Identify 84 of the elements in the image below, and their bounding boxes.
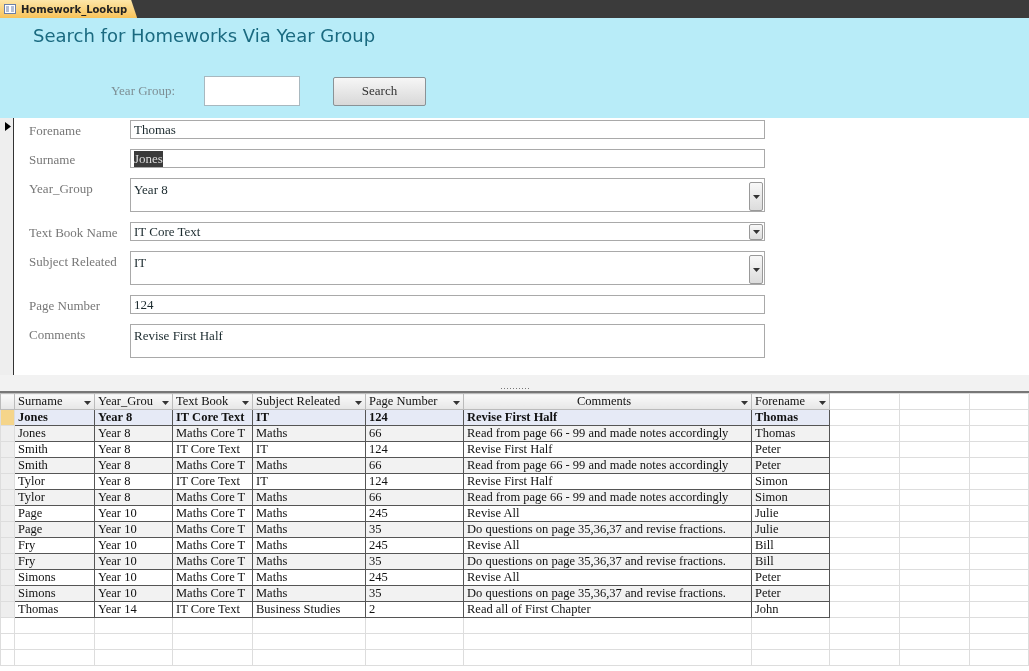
table-cell: Tylor <box>14 473 95 490</box>
column-header[interactable]: Year_Grou <box>94 393 173 410</box>
table-cell: Simons <box>14 569 95 586</box>
field-label: Comments <box>28 326 87 343</box>
table-cell: Maths Core T <box>172 505 253 522</box>
table-cell: 124 <box>365 473 464 490</box>
dropdown-arrow-icon[interactable] <box>453 401 460 405</box>
table-cell: Revise All <box>463 505 752 522</box>
table-cell: Maths Core T <box>172 569 253 586</box>
table-cell: Revise First Half <box>463 441 752 458</box>
table-cell: 245 <box>365 537 464 554</box>
table-cell: Fry <box>14 537 95 554</box>
field-label: Surname <box>28 151 77 168</box>
table-cell: Year 10 <box>94 537 173 554</box>
table-cell: Year 8 <box>94 441 173 458</box>
field-label: Subject Releated <box>28 253 118 270</box>
year-group-input[interactable] <box>204 76 300 106</box>
dropdown-arrow-icon[interactable] <box>741 401 748 405</box>
table-cell: Maths <box>252 537 366 554</box>
table-cell: Maths <box>252 569 366 586</box>
dropdown-arrow-icon[interactable] <box>355 401 362 405</box>
table-cell: Business Studies <box>252 601 366 618</box>
text-field[interactable]: Thomas <box>130 120 765 139</box>
column-header[interactable]: Subject Releated <box>252 393 366 410</box>
form-title: Search for Homeworks Via Year Group <box>33 24 376 46</box>
dropdown-button[interactable] <box>749 255 763 284</box>
field-label: Text Book Name <box>28 224 119 241</box>
table-cell: Maths Core T <box>172 537 253 554</box>
dropdown-button[interactable] <box>749 224 763 240</box>
table-cell: 245 <box>365 569 464 586</box>
table-cell: IT <box>252 441 366 458</box>
column-header[interactable]: Page Number <box>365 393 464 410</box>
table-cell: 2 <box>365 601 464 618</box>
table-cell: IT <box>252 473 366 490</box>
table-cell: IT Core Text <box>172 441 253 458</box>
table-cell: Maths <box>252 505 366 522</box>
table-cell: Peter <box>751 441 830 458</box>
dropdown-arrow-icon <box>752 194 760 199</box>
table-cell: John <box>751 601 830 618</box>
table-cell: Bill <box>751 537 830 554</box>
table-cell: Page <box>14 505 95 522</box>
dropdown-arrow-icon[interactable] <box>819 401 826 405</box>
dropdown-button[interactable] <box>749 182 763 211</box>
table-cell: Revise First Half <box>463 473 752 490</box>
combo-box[interactable]: IT <box>130 251 765 285</box>
table-cell: Year 14 <box>94 601 173 618</box>
combo-box[interactable]: IT Core Text <box>130 222 765 241</box>
table-cell: Simon <box>751 473 830 490</box>
field-label: Year_Group <box>28 180 94 197</box>
table-cell: Julie <box>751 505 830 522</box>
dropdown-arrow-icon[interactable] <box>162 401 169 405</box>
table-cell: IT Core Text <box>172 473 253 490</box>
table-cell: Revise All <box>463 537 752 554</box>
search-button[interactable]: Search <box>333 76 426 106</box>
field-label: Page Number <box>28 297 102 314</box>
column-header[interactable]: Comments <box>463 393 752 410</box>
combo-box[interactable]: Year 8 <box>130 178 765 212</box>
table-cell: Peter <box>751 569 830 586</box>
column-header[interactable]: Forename <box>751 393 830 410</box>
table-cell: IT Core Text <box>172 601 253 618</box>
form-icon <box>4 4 16 14</box>
table-cell: Smith <box>14 441 95 458</box>
table-cell: Year 10 <box>94 505 173 522</box>
year-group-label: Year Group: <box>111 83 177 99</box>
table-cell: Read all of First Chapter <box>463 601 752 618</box>
dropdown-arrow-icon <box>752 230 760 234</box>
table-cell: Revise All <box>463 569 752 586</box>
table-cell: Thomas <box>14 601 95 618</box>
dropdown-arrow-icon <box>752 267 760 272</box>
text-field[interactable]: Jones <box>130 149 765 168</box>
dropdown-arrow-icon[interactable] <box>242 401 249 405</box>
table-cell: Year 10 <box>94 569 173 586</box>
table-cell: 124 <box>365 441 464 458</box>
field-label: Forename <box>28 122 82 139</box>
column-header[interactable]: Text Book <box>172 393 253 410</box>
table-cell: Year 8 <box>94 473 173 490</box>
dropdown-arrow-icon[interactable] <box>84 401 91 405</box>
splitter-handle-icon[interactable] <box>499 387 530 390</box>
text-field[interactable]: 124 <box>130 295 765 314</box>
table-cell: 245 <box>365 505 464 522</box>
text-field[interactable]: Revise First Half <box>130 324 765 358</box>
record-pointer-icon <box>5 122 11 131</box>
form-tab[interactable]: Homework_Lookup <box>0 0 138 18</box>
column-header[interactable]: Surname <box>14 393 95 410</box>
